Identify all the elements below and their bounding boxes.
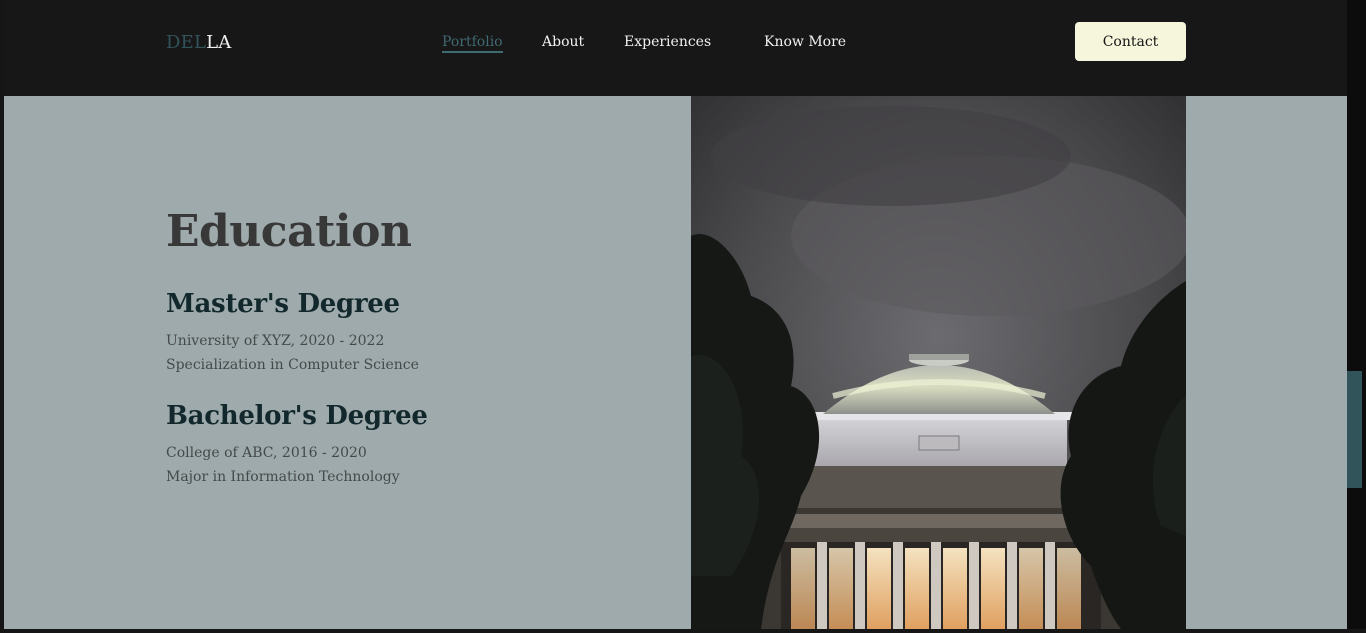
- nav-link-portfolio[interactable]: Portfolio: [442, 34, 503, 53]
- scrollbar-thumb[interactable]: [1347, 371, 1362, 488]
- logo-part-1: DEL: [166, 32, 207, 53]
- degree-institution: University of XYZ, 2020 - 2022: [166, 333, 385, 349]
- nav-link-know-more[interactable]: Know More: [764, 34, 846, 50]
- degree-item-bachelors: Bachelor's Degree College of ABC, 2016 -…: [166, 401, 428, 489]
- top-navbar: DELLA Portfolio About Experiences Know M…: [4, 0, 1347, 96]
- nav-link-experiences[interactable]: Experiences: [624, 34, 711, 50]
- degree-name: Master's Degree: [166, 289, 400, 319]
- section-title: Education: [166, 206, 412, 257]
- logo-part-2: LA: [206, 32, 232, 53]
- degree-institution: College of ABC, 2016 - 2020: [166, 445, 367, 461]
- site-logo[interactable]: DELLA: [166, 32, 231, 53]
- degree-detail: Major in Information Technology: [166, 469, 400, 485]
- degree-name: Bachelor's Degree: [166, 401, 428, 431]
- scrollbar-track[interactable]: [1347, 0, 1366, 633]
- degree-detail: Specialization in Computer Science: [166, 357, 419, 373]
- window-bottom-edge: [0, 629, 1366, 633]
- nav-link-about[interactable]: About: [542, 34, 584, 50]
- degree-item-masters: Master's Degree University of XYZ, 2020 …: [166, 289, 428, 377]
- campus-dome-photo: [691, 96, 1186, 629]
- education-section: Education Master's Degree University of …: [166, 206, 428, 489]
- contact-button[interactable]: Contact: [1075, 22, 1186, 61]
- page-frame: DELLA Portfolio About Experiences Know M…: [4, 0, 1347, 629]
